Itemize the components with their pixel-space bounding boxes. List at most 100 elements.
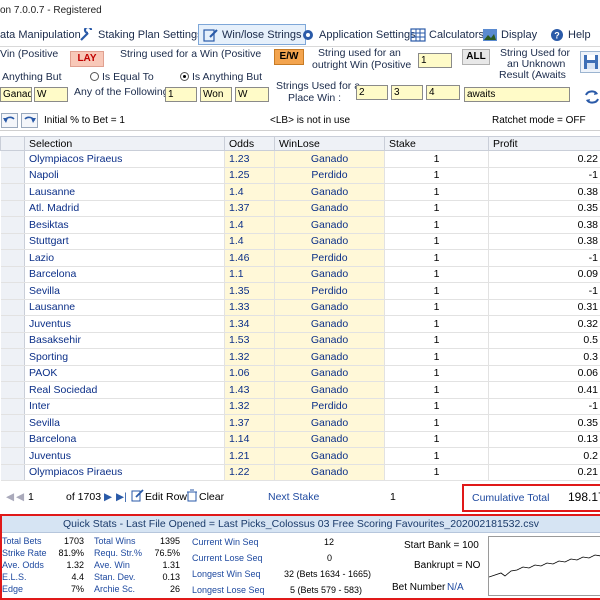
place-string-2[interactable]: 3 [391,85,423,100]
table-row[interactable]: Napoli 1.25 Perdido 1 -1 [0,167,600,184]
cell-winlose[interactable]: Ganado [274,315,385,333]
cell-profit[interactable]: 0.12 [488,480,600,481]
cell-profit[interactable]: 0.38 [488,183,600,201]
cell-odds[interactable]: 1.37 [224,200,275,217]
table-row[interactable]: Atl. Madrid 1.37 Ganado 1 0.35 [0,200,600,217]
cell-winlose[interactable]: Ganado [274,447,385,465]
cell-profit[interactable]: 0.5 [488,332,600,349]
cell-stake[interactable]: 1 [384,332,489,349]
cell-winlose[interactable]: Ganado [274,183,385,201]
cell-odds[interactable]: 1.32 [224,398,275,415]
cell-selection[interactable]: PAOK [24,365,225,382]
cell-winlose[interactable]: Ganado [274,431,385,448]
table-row[interactable]: Sevilla 1.37 Ganado 1 0.35 [0,414,600,432]
cell-odds[interactable]: 1.14 [224,431,275,448]
cell-profit[interactable]: 0.38 [488,233,600,250]
table-row[interactable]: Basaksehir 1.53 Ganado 1 0.5 [0,332,600,349]
cell-profit[interactable]: 0.31 [488,299,600,316]
tab-help[interactable]: ? Help [549,24,591,45]
row-header[interactable] [0,447,25,465]
cell-stake[interactable]: 1 [384,249,489,267]
cell-selection[interactable]: Sporting [24,348,225,366]
cell-stake[interactable]: 1 [384,167,489,184]
column-header-selection[interactable]: Selection [24,136,225,151]
cell-winlose[interactable]: Perdido [274,167,385,184]
row-header[interactable] [0,233,25,250]
cell-winlose[interactable]: Ganado [274,381,385,399]
cell-odds[interactable]: 1.35 [224,282,275,300]
cell-profit[interactable]: -1 [488,167,600,184]
row-header[interactable] [0,249,25,267]
cell-winlose[interactable]: Ganado [274,348,385,366]
cell-odds[interactable]: 1.13 [224,480,275,481]
cell-odds[interactable]: 1.22 [224,464,275,481]
cell-profit[interactable]: 0.21 [488,464,600,481]
cell-selection[interactable]: Sevilla [24,282,225,300]
cell-stake[interactable]: 1 [384,150,489,168]
row-header[interactable] [0,315,25,333]
table-row[interactable]: Olympiacos Piraeus 1.23 Ganado 1 0.22 [0,150,600,168]
tab-application-settings[interactable]: Application Settings [300,24,416,45]
table-row[interactable]: Besiktas 1.4 Ganado 1 0.38 [0,216,600,234]
outright-win-input[interactable]: 1 [418,53,452,68]
bets-grid[interactable]: Selection Odds WinLose Stake Profit Olym… [0,136,600,481]
cell-stake[interactable]: 1 [384,447,489,465]
tab-win-lose-strings[interactable]: Win/lose Strings [198,24,307,45]
table-row[interactable]: Stuttgart 1.4 Ganado 1 0.38 [0,233,600,250]
table-row[interactable]: Inter 1.32 Perdido 1 -1 [0,398,600,415]
row-header[interactable] [0,381,25,399]
cell-winlose[interactable]: Ganado [274,464,385,481]
last-record-icon[interactable]: ▶| [116,491,127,503]
cell-profit[interactable]: 0.38 [488,216,600,234]
cell-profit[interactable]: 0.35 [488,200,600,217]
cell-odds[interactable]: 1.43 [224,381,275,399]
cell-odds[interactable]: 1.21 [224,447,275,465]
cell-odds[interactable]: 1.33 [224,299,275,316]
first-record-icon[interactable]: ◀ [6,491,14,503]
unknown-result-input[interactable]: awaits [464,87,570,102]
cell-profit[interactable]: 0.06 [488,365,600,382]
table-row[interactable]: PAOK 1.06 Ganado 1 0.06 [0,365,600,382]
any-string-1[interactable]: 1 [165,87,197,102]
tab-display[interactable]: Display [482,24,537,45]
cell-stake[interactable]: 1 [384,365,489,382]
cell-stake[interactable]: 1 [384,348,489,366]
all-button[interactable]: ALL [462,49,490,65]
table-row[interactable]: Juventus 1.34 Ganado 1 0.32 [0,315,600,333]
row-header[interactable] [0,282,25,300]
left-string-2[interactable]: W [34,87,68,102]
table-row[interactable]: Lausanne 1.4 Ganado 1 0.38 [0,183,600,201]
table-row[interactable]: Olympiacos Piraeus 1.22 Ganado 1 0.21 [0,464,600,481]
cell-odds[interactable]: 1.1 [224,266,275,283]
cell-profit[interactable]: 0.22 [488,150,600,168]
column-header-odds[interactable]: Odds [224,136,275,151]
cell-odds[interactable]: 1.34 [224,315,275,333]
row-header[interactable] [0,414,25,432]
cell-selection[interactable]: Basaksehir [24,332,225,349]
cell-selection[interactable]: PAOK [24,480,225,481]
cell-winlose[interactable]: Ganado [274,414,385,432]
row-header[interactable] [0,431,25,448]
cell-odds[interactable]: 1.4 [224,183,275,201]
cell-winlose[interactable]: Ganado [274,216,385,234]
cell-profit[interactable]: 0.35 [488,414,600,432]
row-header[interactable] [0,365,25,382]
cell-stake[interactable]: 1 [384,414,489,432]
cell-odds[interactable]: 1.53 [224,332,275,349]
cell-profit[interactable]: 0.41 [488,381,600,399]
cell-winlose[interactable]: Perdido [274,282,385,300]
cell-stake[interactable]: 1 [384,299,489,316]
row-header[interactable] [0,464,25,481]
cell-selection[interactable]: Lausanne [24,299,225,316]
row-header[interactable] [0,183,25,201]
left-string-1[interactable]: Ganado [0,87,32,102]
tab-staking-plan-settings[interactable]: Staking Plan Settings [79,24,203,45]
table-row[interactable]: Lazio 1.46 Perdido 1 -1 [0,249,600,267]
cell-stake[interactable]: 1 [384,431,489,448]
cell-profit[interactable]: 0.13 [488,431,600,448]
any-string-2[interactable]: Won [200,87,232,102]
cell-profit[interactable]: 0.3 [488,348,600,366]
table-row[interactable]: Juventus 1.21 Ganado 1 0.2 [0,447,600,465]
cell-stake[interactable]: 1 [384,200,489,217]
undo-button[interactable] [1,113,18,128]
